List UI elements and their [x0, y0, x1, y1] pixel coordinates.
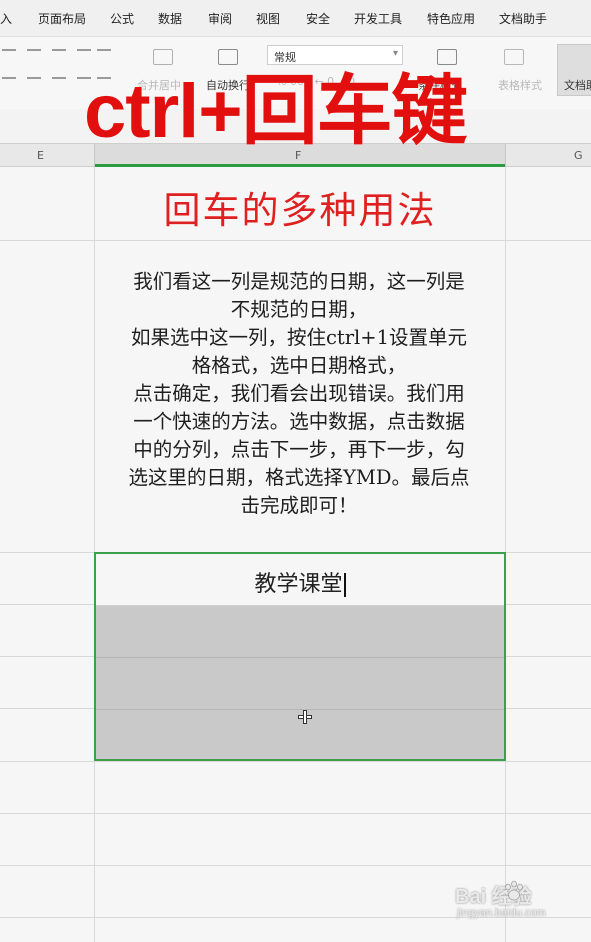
paw-icon [505, 880, 523, 901]
menu-item-developer[interactable]: 开发工具 [354, 10, 402, 27]
indent-center-icon[interactable] [27, 77, 41, 79]
column-e-header[interactable]: E [37, 149, 44, 162]
active-cell[interactable]: 教学课堂 [96, 554, 504, 606]
paragraph-line: 我们看这一列是规范的日期，这一列是 [133, 270, 465, 293]
selected-cells[interactable] [96, 606, 504, 759]
active-cell-text: 教学课堂 [254, 572, 343, 597]
menu-item-formulas[interactable]: 公式 [110, 10, 134, 27]
column-divider[interactable] [505, 144, 506, 167]
menu-item-view[interactable]: 视图 [256, 10, 280, 27]
paragraph-line: 点击确定，我们看会出现错误。我们用 [133, 382, 465, 405]
doc-assistant-label: 文档助 [564, 79, 591, 92]
paragraph-line: 不规范的日期， [230, 298, 368, 321]
table-style-icon[interactable] [504, 49, 524, 65]
merge-center-icon[interactable] [153, 49, 173, 65]
text-caret [343, 573, 346, 597]
paragraph-line: 击完成即可！ [240, 494, 358, 517]
wrap-text-icon[interactable] [218, 49, 238, 65]
grid-row-line [0, 865, 591, 866]
indent-right-icon[interactable] [52, 77, 66, 79]
align-left-icon[interactable] [2, 49, 16, 51]
paragraph-line: 选这里的日期，格式选择YMD。最后点 [128, 466, 470, 489]
menu-item-page-layout[interactable]: 页面布局 [38, 10, 86, 27]
paragraph-line: 格格式，选中日期格式， [191, 354, 407, 377]
chevron-down-icon: ▾ [392, 48, 398, 59]
table-style-label[interactable]: 表格样式 [498, 77, 542, 93]
column-g-header[interactable]: G [574, 149, 583, 162]
grid-row-line [0, 240, 591, 241]
conditional-format-icon[interactable] [437, 49, 457, 65]
watermark-url: jingyan.baidu.com [457, 907, 546, 919]
menu-item-doc-assistant[interactable]: 文档助手 [499, 10, 547, 27]
indent-left-icon[interactable] [2, 77, 16, 79]
number-format-select[interactable]: 常规 ▾ [267, 45, 403, 65]
overlay-caption: ctrl+回车键 [84, 69, 468, 154]
distribute-icon[interactable] [97, 49, 111, 51]
baidu-jingyan-watermark: Bai 经验 jingyan.baidu.com [455, 880, 585, 930]
menu-bar: 入 页面布局 公式 数据 审阅 视图 安全 开发工具 特色应用 文档助手 [0, 0, 591, 36]
number-format-value: 常规 [274, 51, 296, 64]
paragraph-line: 中的分列，点击下一步，再下一步，勾 [133, 438, 465, 461]
cross-cursor-icon [298, 710, 312, 724]
selected-range[interactable]: 教学课堂 [94, 552, 506, 761]
menu-item-insert[interactable]: 入 [0, 10, 12, 27]
sheet-title-cell[interactable]: 回车的多种用法 [96, 180, 504, 234]
paragraph-cell[interactable]: 我们看这一列是规范的日期，这一列是 不规范的日期， 如果选中这一列，按住ctrl… [97, 268, 501, 520]
doc-assistant-button[interactable]: 文档助 [557, 44, 591, 96]
menu-item-security[interactable]: 安全 [306, 10, 330, 27]
grid-row-line [0, 761, 591, 762]
menu-item-review[interactable]: 审阅 [208, 10, 232, 27]
paragraph-line: 一个快速的方法。选中数据，点击数据 [133, 410, 465, 433]
menu-item-special-apps[interactable]: 特色应用 [427, 10, 475, 27]
align-right-icon[interactable] [52, 49, 66, 51]
grid-row-line [0, 813, 591, 814]
paragraph-line: 如果选中这一列，按住ctrl+1设置单元 [130, 326, 468, 349]
grid-row-line [96, 657, 504, 658]
menu-item-data[interactable]: 数据 [158, 10, 182, 27]
justify-icon[interactable] [77, 49, 91, 51]
align-center-icon[interactable] [27, 49, 41, 51]
